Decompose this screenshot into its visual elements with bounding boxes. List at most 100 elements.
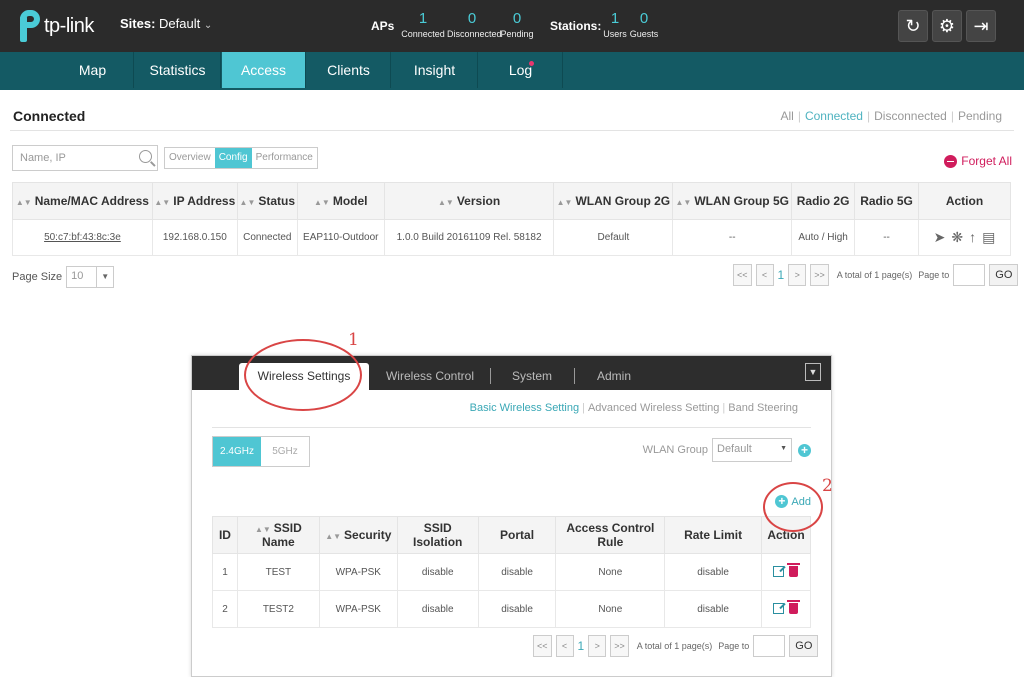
ssid-isolation: disable <box>396 590 479 628</box>
stations-guests-count[interactable]: 0 Guests <box>619 10 669 40</box>
table-header-row: ▲▼ Name/MAC Address ▲▼ IP Address ▲▼ Status… <box>12 182 1011 220</box>
page-to-input[interactable] <box>753 635 786 657</box>
ap-model: EAP110-Outdoor <box>296 219 385 256</box>
ssid-portal: disable <box>477 590 557 628</box>
col-rate-limit: Rate Limit <box>664 516 762 554</box>
forget-all-button[interactable]: Forget All <box>944 154 1012 168</box>
ssid-actions <box>760 590 812 628</box>
settings-button[interactable]: ⚙ <box>932 10 962 42</box>
aps-connected-count[interactable]: 1 Connected <box>398 10 448 40</box>
main-nav: Map Statistics Access Points Clients Ins… <box>0 52 1024 114</box>
col-wlan-5g[interactable]: ▲▼ WLAN Group 5G <box>672 182 793 220</box>
tp-link-logo[interactable]: tp-link <box>12 10 94 42</box>
delete-icon[interactable] <box>787 600 801 615</box>
move-site-icon[interactable]: ▤ <box>982 229 995 246</box>
reboot-icon[interactable]: ❋ <box>951 229 963 246</box>
sites-selector[interactable]: Sites: Default ⌄ <box>120 16 212 31</box>
tab-wireless-control[interactable]: Wireless Control <box>385 363 475 390</box>
wlan-group-select[interactable]: Default <box>712 438 792 462</box>
tab-overview[interactable]: Overview <box>165 148 215 168</box>
page-total: A total of 1 page(s) <box>836 270 913 280</box>
ap-mac-link[interactable]: 50:c7:bf:43:8c:3e <box>44 232 121 243</box>
aps-pending-count[interactable]: 0 Pending <box>492 10 542 40</box>
next-page-button[interactable]: > <box>788 264 807 286</box>
col-ip[interactable]: ▲▼ IP Address <box>151 182 238 220</box>
filter-pending[interactable]: Pending <box>958 109 1002 123</box>
ap-pagination: << < 1 > >> A total of 1 page(s) Page to… <box>733 264 1019 286</box>
ssid-isolation: disable <box>396 553 479 591</box>
table-header-row: ID ▲▼ SSID Name ▲▼ Security SSID Isolation… <box>212 516 812 554</box>
nav-log[interactable]: Log <box>479 52 563 88</box>
last-page-button[interactable]: >> <box>610 635 629 657</box>
aps-disconnected-count[interactable]: 0 Disconnected <box>447 10 502 40</box>
refresh-button[interactable]: ↻ <box>898 10 928 42</box>
prev-page-button[interactable]: < <box>555 635 574 657</box>
col-action: Action <box>918 182 1011 220</box>
first-page-button[interactable]: << <box>733 264 752 286</box>
table-row: 1 TEST WPA-PSK disable disable None disa… <box>212 553 812 591</box>
col-model[interactable]: ▲▼ Model <box>296 182 385 220</box>
col-id: ID <box>212 516 238 554</box>
col-security[interactable]: ▲▼ Security <box>318 516 398 554</box>
ssid-id: 2 <box>212 590 238 628</box>
current-page[interactable]: 1 <box>778 268 785 282</box>
minus-circle-icon <box>944 154 958 168</box>
delete-icon[interactable] <box>787 563 801 578</box>
tab-system[interactable]: System <box>504 363 560 390</box>
band-steering-link[interactable]: Band Steering <box>728 402 798 414</box>
ap-radio-5g: -- <box>854 219 919 256</box>
sort-icon: ▲▼ <box>437 198 454 207</box>
col-version[interactable]: ▲▼ Version <box>383 182 555 220</box>
page-to-label: Page to <box>918 270 950 280</box>
wireless-sub-nav: Basic Wireless Setting | Advanced Wireless… <box>469 402 798 414</box>
nav-insight[interactable]: Insight <box>392 52 478 88</box>
ssid-actions <box>760 553 812 591</box>
upgrade-icon[interactable]: ↑ <box>969 229 976 246</box>
search-icon[interactable] <box>139 150 152 163</box>
col-access-control: Access Control Rule <box>555 516 666 554</box>
band-toggle: 2.4GHz 5GHz <box>212 436 310 467</box>
tab-performance[interactable]: Performance <box>252 148 317 168</box>
locate-icon[interactable]: ➤ <box>934 229 946 246</box>
prev-page-button[interactable]: < <box>755 264 774 286</box>
filter-connected[interactable]: Connected <box>805 109 863 123</box>
filter-all[interactable]: All <box>780 109 793 123</box>
logout-button[interactable]: ⇥ <box>966 10 996 42</box>
nav-map[interactable]: Map <box>52 52 134 88</box>
search-input[interactable]: Name, IP <box>12 145 158 171</box>
notification-dot <box>529 61 534 66</box>
last-page-button[interactable]: >> <box>810 264 829 286</box>
sort-icon: ▲▼ <box>15 198 32 207</box>
page-to-input[interactable] <box>953 264 986 286</box>
filter-disconnected[interactable]: Disconnected <box>874 109 947 123</box>
next-page-button[interactable]: > <box>588 635 607 657</box>
go-button[interactable]: GO <box>989 264 1019 286</box>
sort-icon: ▲▼ <box>154 198 171 207</box>
band-2-4ghz[interactable]: 2.4GHz <box>213 437 261 466</box>
first-page-button[interactable]: << <box>533 635 552 657</box>
go-button[interactable]: GO <box>789 635 819 657</box>
nav-access-points[interactable]: Access Points <box>222 52 306 114</box>
collapse-button[interactable]: ▼ <box>805 363 821 381</box>
band-5ghz[interactable]: 5GHz <box>261 437 309 466</box>
divider <box>212 427 811 428</box>
tab-admin[interactable]: Admin <box>589 363 639 390</box>
add-wlan-group-icon[interactable]: + <box>798 443 811 457</box>
col-wlan-2g[interactable]: ▲▼ WLAN Group 2G <box>553 182 674 220</box>
edit-icon[interactable] <box>773 603 785 615</box>
tab-config[interactable]: Config <box>214 148 252 168</box>
nav-statistics[interactable]: Statistics <box>135 52 221 88</box>
col-ssid-name[interactable]: ▲▼ SSID Name <box>236 516 320 554</box>
view-toggle: Overview Config Performance <box>164 147 318 169</box>
top-header: tp-link Sites: Default ⌄ APs 1 Connected… <box>0 0 1024 52</box>
edit-icon[interactable] <box>773 566 785 578</box>
basic-wireless-link[interactable]: Basic Wireless Setting <box>470 402 579 414</box>
col-name-mac[interactable]: ▲▼ Name/MAC Address <box>12 182 153 220</box>
page-size-select[interactable]: 10 ▼ <box>66 266 115 288</box>
ssid-id: 1 <box>212 553 238 591</box>
col-status[interactable]: ▲▼ Status <box>236 182 298 220</box>
current-page[interactable]: 1 <box>578 639 585 653</box>
page-size-control: Page Size 10 ▼ <box>12 266 115 288</box>
nav-clients[interactable]: Clients <box>307 52 391 88</box>
advanced-wireless-link[interactable]: Advanced Wireless Setting <box>588 402 719 414</box>
